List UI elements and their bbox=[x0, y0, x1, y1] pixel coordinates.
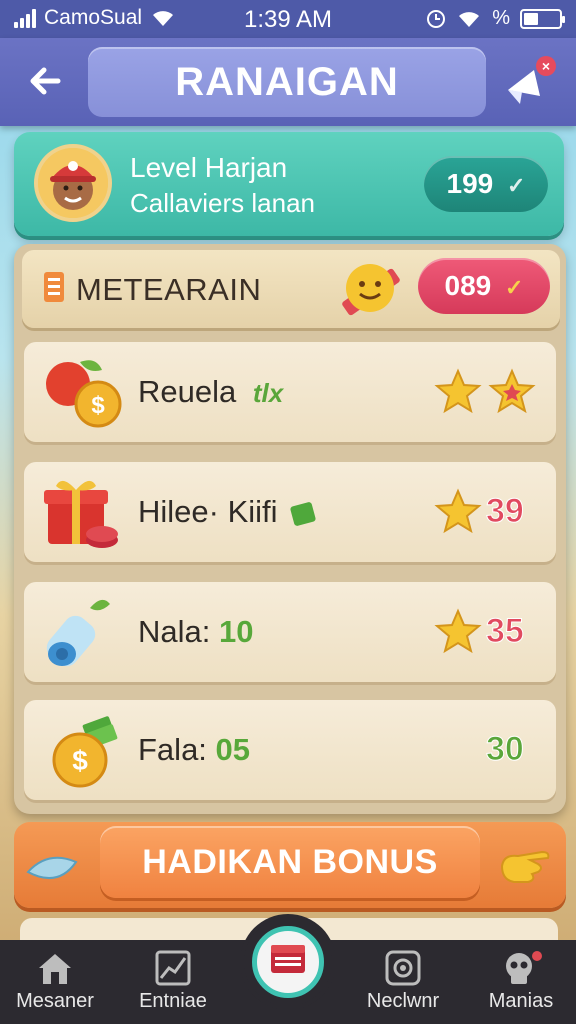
row-label-text: Nala: bbox=[138, 614, 211, 649]
avatar-face-icon bbox=[38, 148, 108, 218]
status-right: % bbox=[426, 7, 565, 30]
water-bottle-icon bbox=[46, 599, 110, 667]
star-icon bbox=[434, 488, 482, 534]
nav-item-manias[interactable]: Manias bbox=[466, 950, 576, 1013]
row-label: Hilee· Kiifi bbox=[138, 494, 317, 530]
nav-item-stats[interactable]: Entniae bbox=[118, 950, 228, 1013]
avatar bbox=[34, 144, 112, 222]
header: RANAIGAN × bbox=[0, 38, 576, 126]
nav-label: Manias bbox=[488, 990, 554, 1012]
row-label-text: Hilee· Kiifi bbox=[138, 494, 278, 529]
percent-icon: % bbox=[492, 7, 510, 29]
nav-label: Mesaner bbox=[16, 990, 94, 1012]
chart-icon bbox=[155, 950, 191, 986]
tag-icon bbox=[289, 501, 317, 527]
center-button[interactable] bbox=[252, 926, 324, 998]
clock-icon bbox=[427, 9, 446, 28]
page-title: RANAIGAN bbox=[88, 47, 486, 117]
row-amount: 10 bbox=[219, 614, 254, 649]
level-badge[interactable]: 199 ✓ bbox=[424, 156, 548, 212]
wifi-icon bbox=[459, 11, 480, 27]
row-amount: 05 bbox=[215, 732, 251, 767]
status-bar: CamoSual 1:39 AM % bbox=[0, 0, 576, 38]
back-arrow-icon-svg bbox=[30, 67, 61, 95]
nav-item-news[interactable]: Neclwnr bbox=[348, 950, 458, 1013]
row-tag: tlx bbox=[252, 378, 284, 408]
section-badge[interactable]: 089 ✓ bbox=[418, 258, 550, 314]
gift-box-icon bbox=[44, 480, 118, 548]
reward-row[interactable]: $ Reuela tlx bbox=[24, 342, 556, 442]
row-label-text: Fala: bbox=[138, 732, 207, 767]
smiley-ticket-icon bbox=[342, 264, 400, 316]
section-title: METEARAIN bbox=[76, 272, 262, 307]
svg-text:$: $ bbox=[91, 392, 105, 419]
star-icon bbox=[434, 368, 482, 414]
row-value: 35 bbox=[486, 612, 525, 651]
battery-icon bbox=[520, 8, 565, 29]
home-icon bbox=[39, 954, 71, 984]
nav-label: Neclwnr bbox=[366, 990, 440, 1012]
coin-cash-icon: $ bbox=[52, 716, 118, 788]
row-label: Fala: 05 bbox=[138, 732, 250, 768]
star-icon bbox=[488, 368, 536, 414]
reward-row[interactable]: Hilee· Kiifi 39 bbox=[24, 462, 556, 562]
back-arrow-icon[interactable] bbox=[22, 58, 68, 104]
row-label: Nala: 10 bbox=[138, 614, 253, 650]
chevron-check-icon: ✓ bbox=[507, 173, 526, 198]
leaf-icon bbox=[26, 856, 78, 880]
reward-row[interactable]: Nala: 10 35 bbox=[24, 582, 556, 682]
level-card[interactable]: Level Harjan Callaviers lanan 199 ✓ bbox=[14, 132, 564, 236]
skull-icon bbox=[506, 951, 542, 984]
gear-badge-icon bbox=[385, 950, 421, 986]
level-badge-value: 199 bbox=[446, 168, 494, 199]
notification-badge: × bbox=[536, 56, 556, 76]
row-label: Reuela tlx bbox=[138, 374, 283, 410]
level-title: Level Harjan bbox=[130, 152, 288, 183]
level-subtitle: Callaviers lanan bbox=[130, 188, 315, 218]
star-icon bbox=[434, 608, 482, 654]
row-value: 30 bbox=[486, 730, 525, 769]
chevron-check-icon: ✓ bbox=[505, 275, 524, 300]
row-label-text: Reuela bbox=[138, 374, 237, 409]
bonus-button[interactable]: HADIKAN BONUS bbox=[100, 826, 480, 898]
apple-coin-icon: $ bbox=[46, 360, 122, 428]
nav-label: Entniae bbox=[139, 990, 207, 1012]
nav-item-home[interactable]: Mesaner bbox=[0, 950, 110, 1013]
section-badge-value: 089 bbox=[444, 270, 492, 301]
pointing-hand-icon bbox=[500, 850, 550, 883]
reward-row[interactable]: $ Fala: 05 30 bbox=[24, 700, 556, 800]
book-icon bbox=[271, 945, 305, 973]
list-icon bbox=[44, 272, 64, 302]
row-value: 39 bbox=[486, 492, 525, 531]
svg-text:$: $ bbox=[72, 745, 88, 776]
